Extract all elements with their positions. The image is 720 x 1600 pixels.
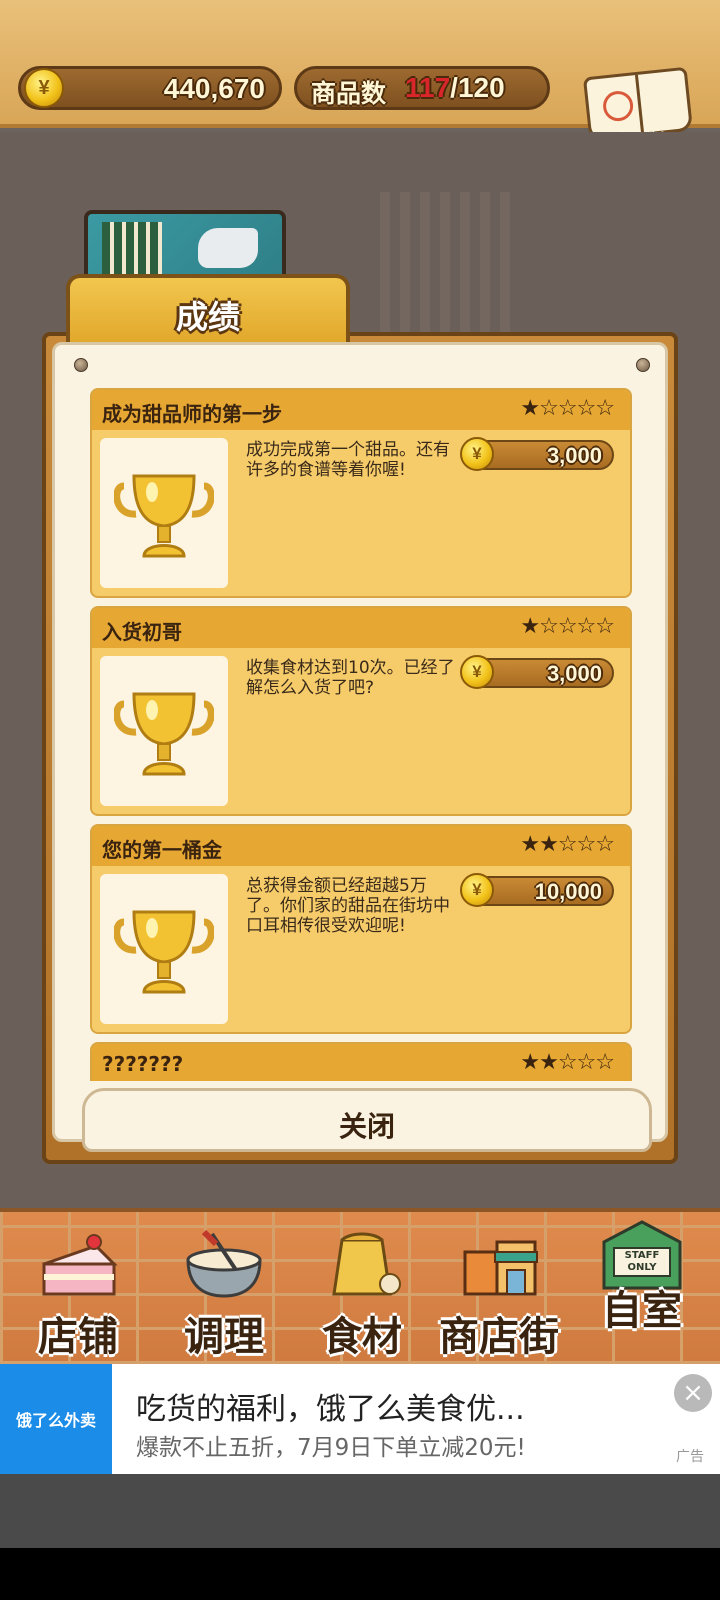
- achievements-tab: 成绩: [66, 274, 350, 346]
- trophy-frame: [100, 656, 228, 806]
- achievement-stars: ★★☆☆☆: [520, 832, 615, 857]
- trophy-frame: [100, 438, 228, 588]
- coin-icon: ¥: [24, 68, 64, 108]
- achievement-stars: ★☆☆☆☆: [520, 614, 615, 639]
- achievement-title: ???????: [102, 1052, 184, 1076]
- nav-label: 自室: [602, 1288, 682, 1334]
- nav-private-room[interactable]: STAFF ONLY 自室: [584, 1212, 700, 1368]
- achievement-header: 您的第一桶金 ★★☆☆☆: [92, 826, 630, 866]
- ad-subtitle: 爆款不止五折，7月9日下单立减20元!: [136, 1435, 526, 1461]
- coin-icon: ¥: [460, 873, 494, 907]
- reward-value: 3,000: [546, 661, 602, 686]
- coin-icon: ¥: [460, 655, 494, 689]
- goods-current: 117: [405, 72, 451, 103]
- pin-icon: [636, 358, 650, 372]
- achievement-description: 成功完成第一个甜品。还有许多的食谱等着你喔!: [246, 440, 450, 480]
- achievement-description: 总获得金额已经超越5万了。你们家的甜品在街坊中口耳相传很受欢迎呢!: [246, 876, 450, 936]
- system-nav-bar: [0, 1548, 720, 1600]
- close-button[interactable]: 关闭: [82, 1088, 652, 1152]
- cake-icon: [42, 1234, 118, 1296]
- goods-max: 120: [457, 72, 505, 103]
- achievement-title: 入货初哥: [102, 620, 182, 644]
- trophy-frame: [100, 874, 228, 1024]
- achievement-stars: ★☆☆☆☆: [520, 396, 615, 421]
- nav-cook[interactable]: 调理: [164, 1212, 284, 1368]
- nav-shopping-street[interactable]: 商店街: [424, 1212, 574, 1368]
- mixing-bowl-icon: [186, 1230, 262, 1298]
- achievement-title: 成为甜品师的第一步: [102, 402, 282, 426]
- achievement-title: 您的第一桶金: [102, 838, 222, 862]
- nav-label: 商店街: [439, 1314, 559, 1360]
- reward-display: ¥ 3,000: [460, 437, 614, 471]
- reward-value: 3,000: [546, 443, 602, 468]
- reward-display: ¥ 3,000: [460, 655, 614, 689]
- achievement-card: 入货初哥 ★☆☆☆☆ 收集食材达到10次。已经了解怎么入货了吧? ¥ 3,000: [90, 606, 632, 816]
- pin-icon: [74, 358, 88, 372]
- trophy-icon: [114, 474, 214, 558]
- bottom-nav: 店铺 调理 食材 商店街 STAFF ONLY 自室: [0, 1208, 720, 1364]
- achievement-card-locked: ??????? ★★☆☆☆: [90, 1042, 632, 1081]
- game-background-strip: [0, 1474, 720, 1548]
- achievements-list[interactable]: 成为甜品师的第一步 ★☆☆☆☆ 成功完成第一个甜品。还有许多的食谱等着你喔! ¥…: [90, 388, 632, 1081]
- nav-ingredients[interactable]: 食材: [304, 1212, 420, 1368]
- goods-count: 117/120: [405, 72, 505, 104]
- achievement-stars: ★★☆☆☆: [520, 1050, 615, 1075]
- goods-count-label: 商品数: [311, 79, 387, 108]
- goods-separator: /: [450, 72, 458, 103]
- achievement-card: 您的第一桶金 ★★☆☆☆ 总获得金额已经超越5万了。你们家的甜品在街坊中口耳相传…: [90, 824, 632, 1034]
- achievements-title: 成绩: [175, 298, 240, 336]
- staff-only-sign: STAFF ONLY: [624, 1250, 660, 1273]
- trophy-icon: [114, 910, 214, 994]
- top-bar: ¥ 440,670 商品数 117/120 食谱: [0, 0, 720, 170]
- achievement-header: 入货初哥 ★☆☆☆☆: [92, 608, 630, 648]
- shop-street-icon: [463, 1240, 538, 1296]
- ad-logo: 饿了么外卖: [0, 1364, 112, 1474]
- goods-count-display: 商品数 117/120: [294, 66, 550, 110]
- money-display: ¥ 440,670: [18, 66, 282, 110]
- trophy-icon: [114, 692, 214, 776]
- ad-close-icon[interactable]: ×: [674, 1374, 712, 1412]
- ad-tag: 广告: [676, 1449, 704, 1465]
- nav-label: 食材: [322, 1314, 402, 1360]
- reward-display: ¥ 10,000: [460, 873, 614, 907]
- ad-title: 吃货的福利，饿了么美食优...: [136, 1392, 525, 1427]
- close-label: 关闭: [338, 1110, 395, 1143]
- nav-label: 店铺: [38, 1314, 118, 1360]
- nav-label: 调理: [184, 1314, 264, 1360]
- money-value: 440,670: [163, 73, 265, 104]
- achievement-description: 收集食材达到10次。已经了解怎么入货了吧?: [246, 658, 455, 698]
- achievement-header: ??????? ★★☆☆☆: [92, 1044, 630, 1081]
- achievement-card: 成为甜品师的第一步 ★☆☆☆☆ 成功完成第一个甜品。还有许多的食谱等着你喔! ¥…: [90, 388, 632, 598]
- ad-banner[interactable]: 饿了么外卖 吃货的福利，饿了么美食优... 爆款不止五折，7月9日下单立减20元…: [0, 1364, 720, 1474]
- achievement-header: 成为甜品师的第一步 ★☆☆☆☆: [92, 390, 630, 430]
- coin-icon: ¥: [460, 437, 494, 471]
- reward-value: 10,000: [534, 879, 602, 904]
- nav-shop[interactable]: 店铺: [16, 1212, 140, 1368]
- flour-sack-icon: [332, 1232, 401, 1296]
